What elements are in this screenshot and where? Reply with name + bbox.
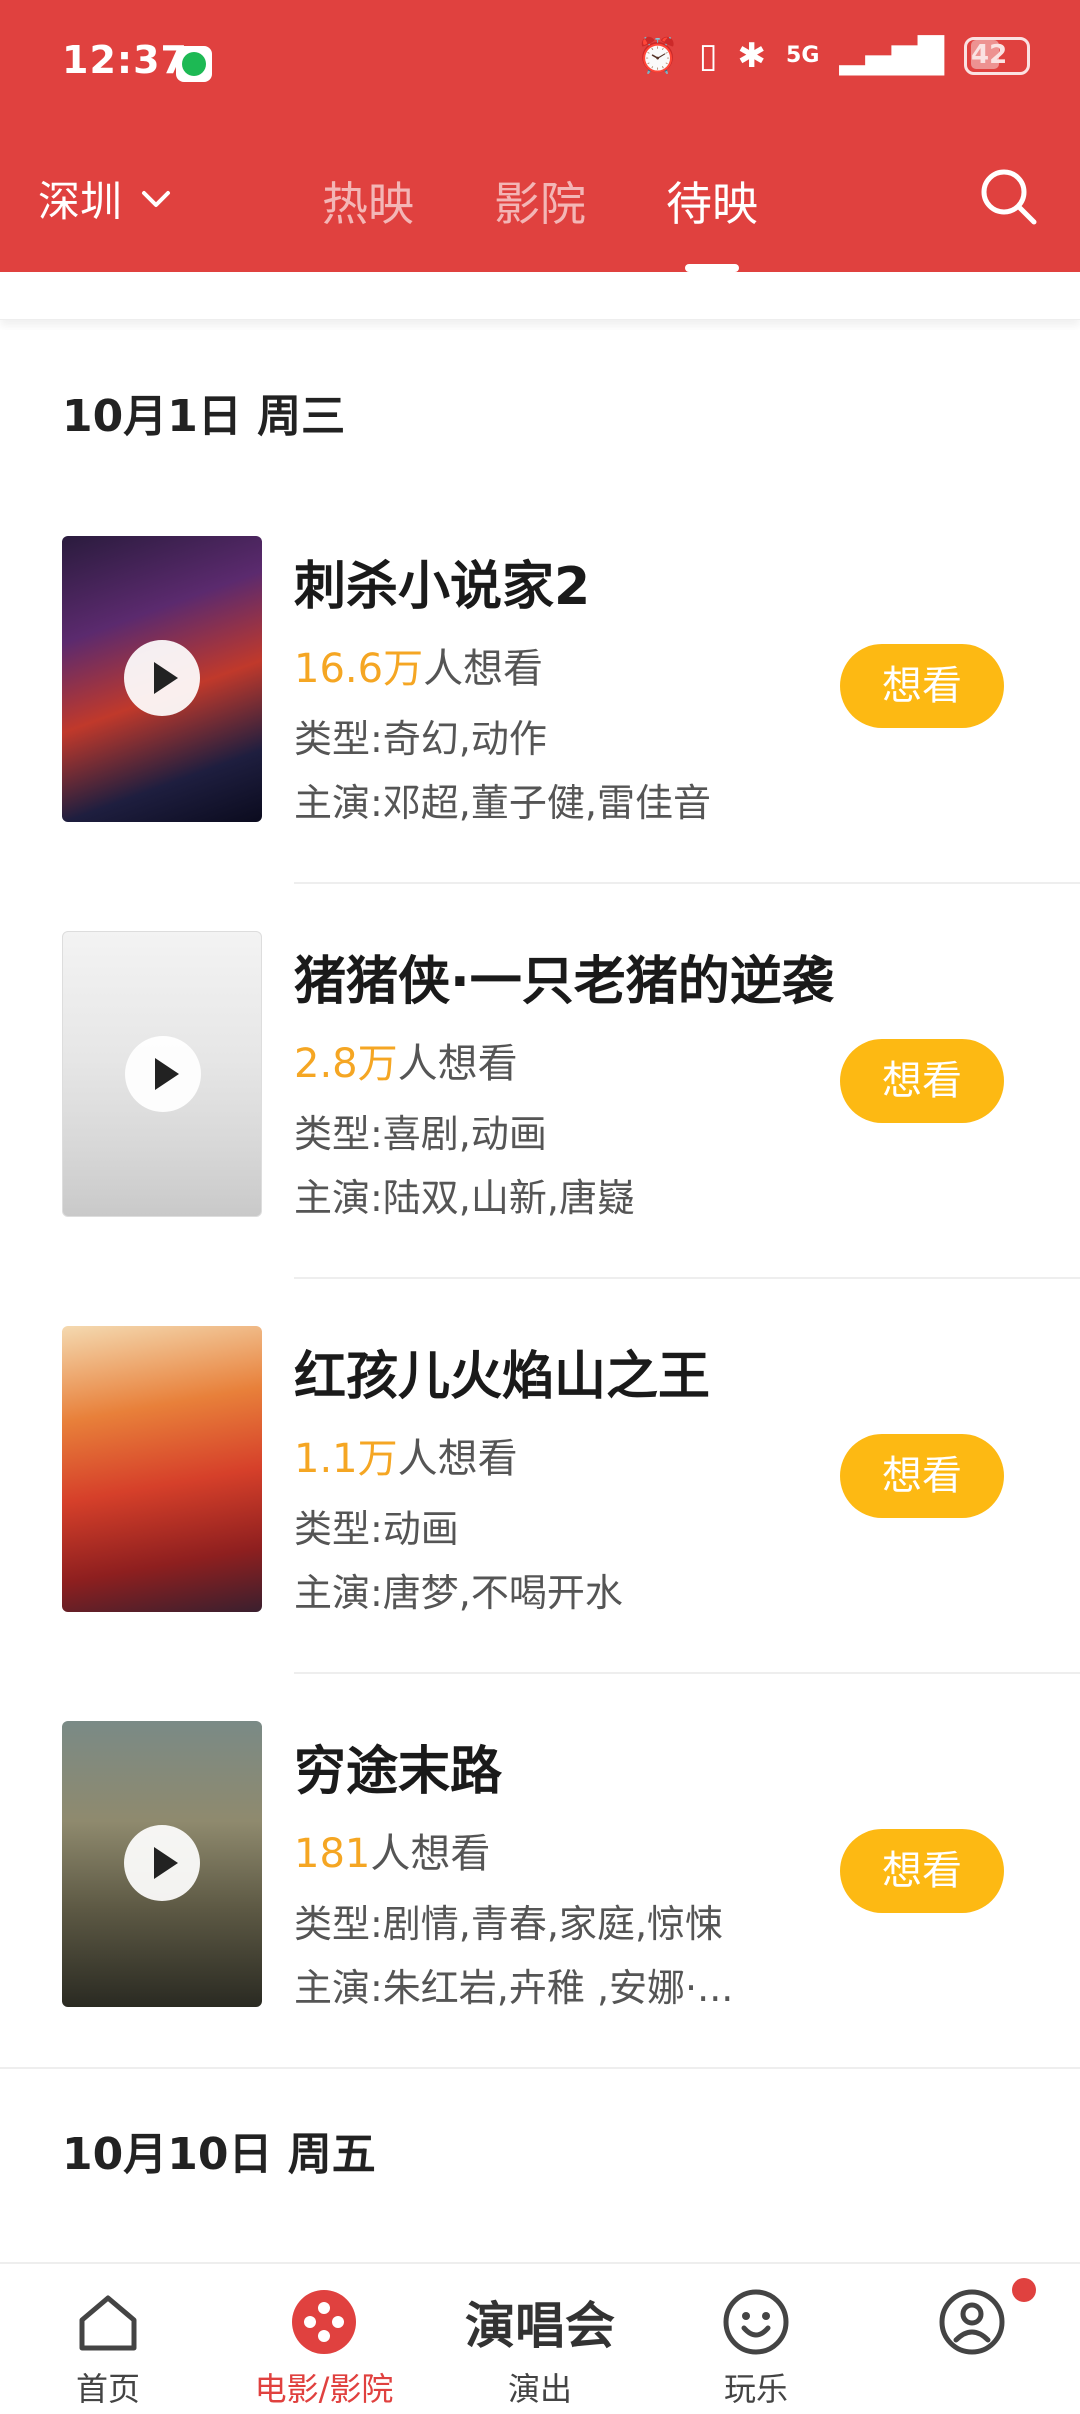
want-suffix: 人想看 — [397, 1041, 518, 1087]
divider — [294, 882, 1080, 884]
want-suffix: 人想看 — [423, 646, 544, 692]
movie-cast: 主演:朱红岩,卉稚 ,安娜·... — [294, 1966, 734, 2010]
movie-poster[interactable] — [62, 1721, 262, 2007]
movie-cast: 主演:邓超,董子健,雷佳音 — [294, 781, 711, 825]
bottom-nav: 首页 电影/影院 演唱会 演出 玩乐 — [0, 2262, 1080, 2414]
movie-poster[interactable] — [62, 1326, 262, 1612]
want-button[interactable]: 想看 — [840, 1434, 1004, 1518]
bottom-nav-movies[interactable]: 电影/影院 — [216, 2264, 432, 2414]
play-icon[interactable] — [124, 1825, 200, 1901]
movie-poster[interactable] — [62, 931, 262, 1217]
play-icon[interactable] — [125, 1036, 201, 1112]
want-count: 16.6万 — [294, 646, 424, 692]
play-icon[interactable] — [124, 640, 200, 716]
movie-title[interactable]: 穷途末路 — [294, 1729, 502, 1804]
movie-item[interactable]: 红孩儿火焰山之王 1.1万人想看 类型:动画 主演:唐梦,不喝开水 想看 — [0, 1326, 1080, 1716]
movie-item[interactable]: 刺杀小说家2 16.6万人想看 类型:奇幻,动作 主演:邓超,董子健,雷佳音 想… — [0, 536, 1080, 926]
want-count: 1.1万 — [294, 1436, 398, 1482]
movie-title[interactable]: 猪猪侠·一只老猪的逆袭 — [294, 939, 834, 1014]
notification-dot — [1012, 2278, 1036, 2302]
bottom-nav-label: 玩乐 — [723, 2370, 788, 2408]
movie-item[interactable]: 猪猪侠·一只老猪的逆袭 2.8万人想看 类型:喜剧,动画 主演:陆双,山新,唐嶷… — [0, 931, 1080, 1321]
want-button[interactable]: 想看 — [840, 1039, 1004, 1123]
divider — [294, 1672, 1080, 1674]
scrolled-section-edge — [0, 272, 1080, 320]
tab-coming-soon[interactable]: 待映 — [666, 168, 758, 234]
divider — [0, 2067, 1080, 2069]
want-count-line: 16.6万人想看 — [294, 636, 543, 694]
want-button[interactable]: 想看 — [840, 1829, 1004, 1913]
movie-genre: 类型:喜剧,动画 — [294, 1112, 547, 1156]
date-header: 10月10日 周五 — [62, 2129, 376, 2180]
want-button[interactable]: 想看 — [840, 644, 1004, 728]
battery-level: 42 — [971, 40, 1008, 70]
want-count-line: 1.1万人想看 — [294, 1426, 518, 1484]
want-count: 2.8万 — [294, 1041, 398, 1087]
movie-genre: 类型:奇幻,动作 — [294, 717, 547, 761]
movie-title[interactable]: 刺杀小说家2 — [294, 544, 590, 619]
signal-icon: ▂▄▆█ — [839, 36, 944, 76]
network-type-icon: 5G — [786, 43, 820, 68]
coming-soon-list[interactable]: 10月1日 周三 刺杀小说家2 16.6万人想看 类型:奇幻,动作 主演:邓超,… — [0, 330, 1080, 2260]
status-time: 12:37 — [62, 38, 188, 82]
want-suffix: 人想看 — [397, 1436, 518, 1482]
movie-cast: 主演:陆双,山新,唐嶷 — [294, 1176, 635, 1220]
status-icons: ⏰ ▯ ✱ 5G ▂▄▆█ 42 — [636, 36, 1030, 76]
bottom-nav-label: 电影/影院 — [254, 2370, 394, 2408]
home-icon — [79, 2295, 137, 2351]
top-nav: 深圳 热映 影院 待映 — [0, 150, 1080, 250]
movie-title[interactable]: 红孩儿火焰山之王 — [294, 1334, 710, 1409]
bottom-nav-home[interactable]: 首页 — [0, 2264, 216, 2414]
date-header: 10月1日 周三 — [62, 391, 346, 442]
divider — [294, 1277, 1080, 1279]
search-icon[interactable] — [976, 164, 1040, 228]
smile-icon — [723, 2289, 789, 2355]
main-tabs: 热映 影院 待映 — [322, 168, 758, 234]
want-count-line: 2.8万人想看 — [294, 1031, 518, 1089]
bottom-nav-profile[interactable] — [864, 2264, 1080, 2414]
want-count-line: 181人想看 — [294, 1821, 490, 1879]
city-selector[interactable]: 深圳 — [38, 168, 176, 229]
profile-icon — [939, 2289, 1005, 2355]
bottom-nav-label: 首页 — [75, 2370, 140, 2408]
want-count: 181 — [294, 1831, 371, 1877]
tab-cinemas[interactable]: 影院 — [494, 168, 586, 234]
film-reel-icon — [292, 2290, 356, 2354]
chevron-down-icon — [142, 190, 171, 207]
vibrate-icon: ▯ — [698, 36, 718, 76]
concert-promo-label: 演唱会 — [465, 2297, 615, 2355]
spotify-icon — [176, 46, 212, 82]
movie-genre: 类型:剧情,青春,家庭,惊悚 — [294, 1902, 724, 1946]
bluetooth-icon: ✱ — [737, 36, 767, 76]
want-suffix: 人想看 — [370, 1831, 491, 1877]
movie-genre: 类型:动画 — [294, 1507, 459, 1551]
movie-cast: 主演:唐梦,不喝开水 — [294, 1571, 623, 1615]
bottom-nav-shows[interactable]: 演唱会 演出 — [432, 2264, 648, 2414]
bottom-nav-label: 演出 — [507, 2370, 572, 2408]
app-header: 12:37 ⏰ ▯ ✱ 5G ▂▄▆█ 42 深圳 热映 影院 待映 — [0, 0, 1080, 272]
battery-icon: 42 — [964, 37, 1030, 75]
tab-now-showing[interactable]: 热映 — [322, 168, 414, 234]
movie-item[interactable]: 穷途末路 181人想看 类型:剧情,青春,家庭,惊悚 主演:朱红岩,卉稚 ,安娜… — [0, 1721, 1080, 2111]
alarm-icon: ⏰ — [636, 36, 679, 76]
movie-poster[interactable] — [62, 536, 262, 822]
bottom-nav-fun[interactable]: 玩乐 — [648, 2264, 864, 2414]
city-label: 深圳 — [38, 177, 123, 226]
status-bar: 12:37 ⏰ ▯ ✱ 5G ▂▄▆█ 42 — [0, 0, 1080, 130]
